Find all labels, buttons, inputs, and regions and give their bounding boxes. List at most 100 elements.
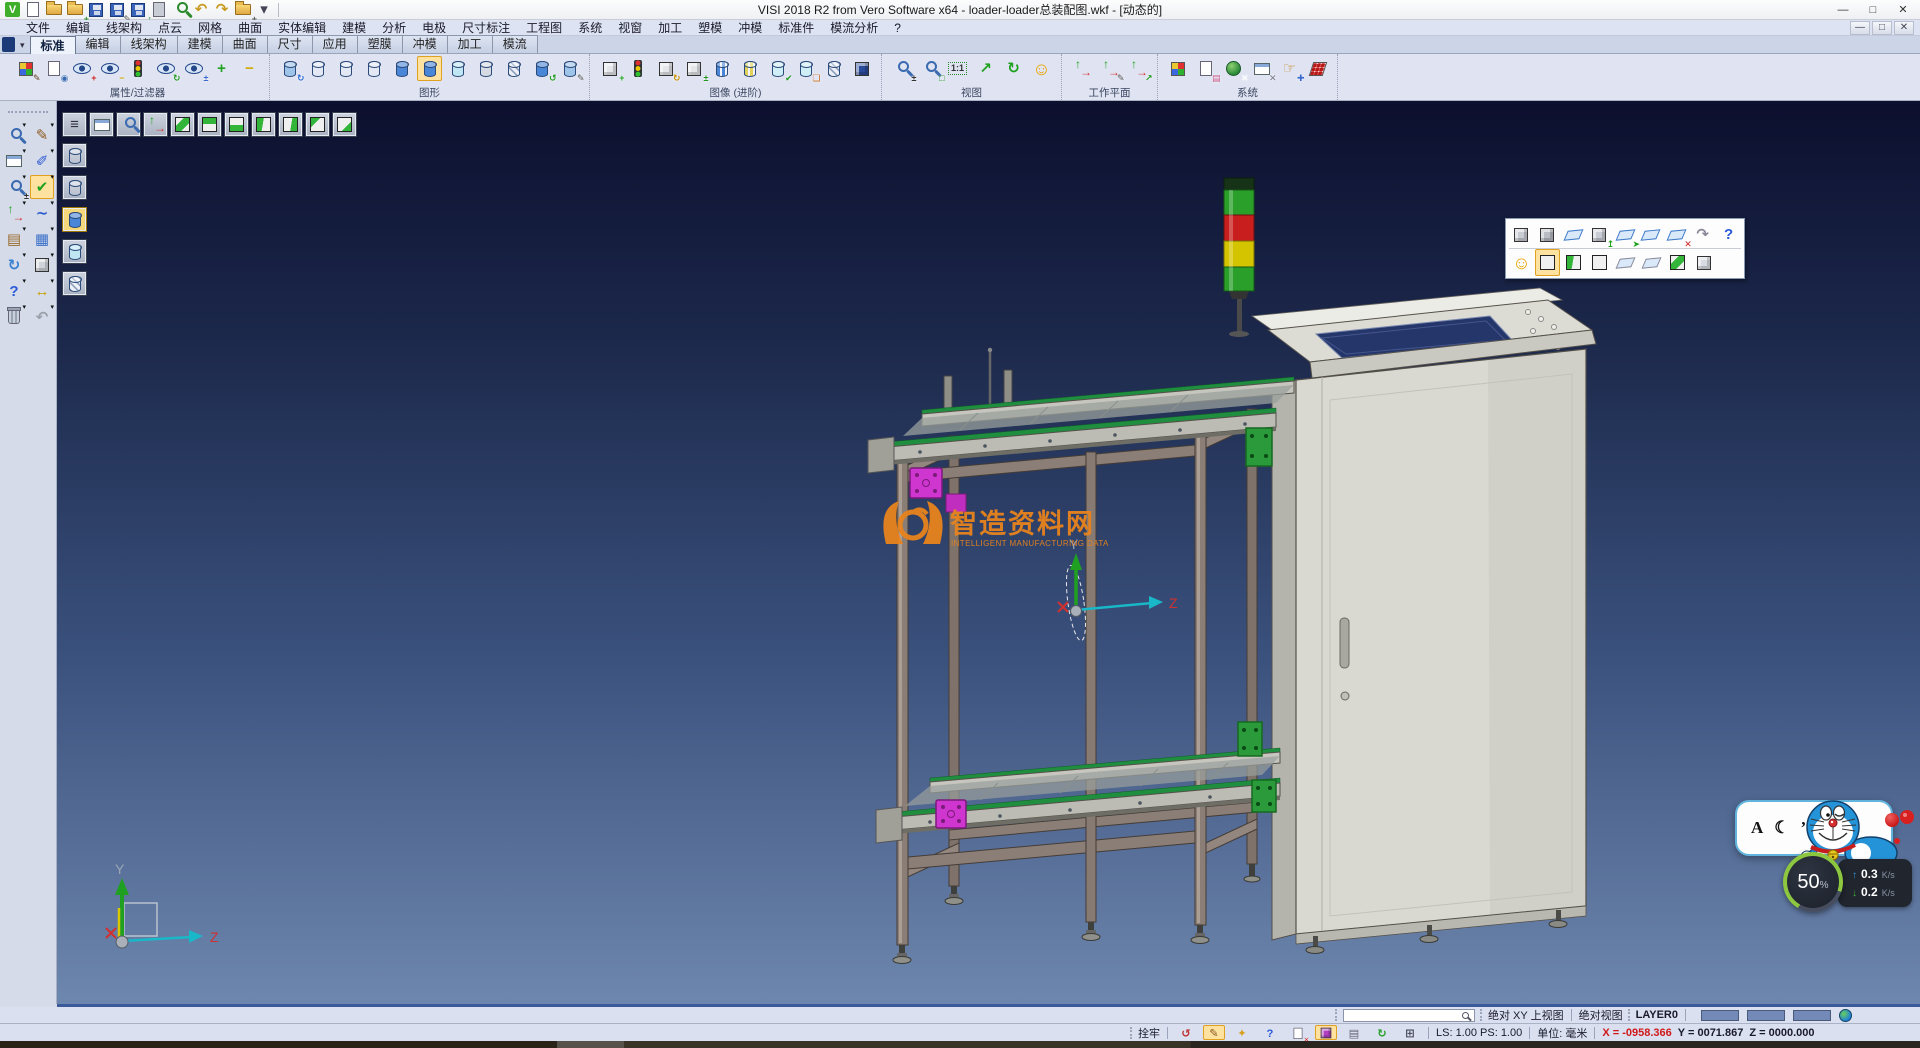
blue-cube-icon[interactable] <box>1665 249 1690 276</box>
status-search[interactable] <box>1343 1009 1475 1022</box>
menu-drawing[interactable]: 工程图 <box>518 20 570 36</box>
measure-icon[interactable]: ↔ <box>30 279 54 303</box>
toggle-visibility-icon[interactable]: ± <box>181 56 206 81</box>
menu-pointcloud[interactable]: 点云 <box>150 20 190 36</box>
menu-electrode[interactable]: 电极 <box>414 20 454 36</box>
tab-flow[interactable]: 模流 <box>492 35 538 53</box>
tab-mould[interactable]: 塑膜 <box>357 35 403 53</box>
striped-blue-icon[interactable] <box>709 56 734 81</box>
export-icon[interactable]: ↑ <box>128 1 148 19</box>
workplane-align-icon[interactable]: ↗ <box>1125 56 1150 81</box>
solid-extract-icon[interactable]: ↥ <box>1587 221 1612 248</box>
minimize-button[interactable]: — <box>1828 1 1858 19</box>
back-view-icon[interactable] <box>278 112 303 137</box>
insert-file-icon[interactable]: + <box>65 1 85 19</box>
hatched-mode-icon[interactable] <box>62 271 87 296</box>
zoom-inout-icon[interactable]: ± <box>889 56 914 81</box>
preview-icon[interactable] <box>170 1 190 19</box>
status-help-icon[interactable]: ? <box>1259 1025 1281 1040</box>
menu-machining[interactable]: 加工 <box>650 20 690 36</box>
refresh-graphics-icon[interactable]: ↻ <box>277 56 302 81</box>
workplane-icon[interactable] <box>1069 56 1094 81</box>
copy-image-icon[interactable]: ❏ <box>793 56 818 81</box>
menu-system[interactable]: 系统 <box>570 20 610 36</box>
hidden-line-icon[interactable] <box>361 56 386 81</box>
new-file-icon[interactable] <box>23 1 43 19</box>
menu-solid-edit[interactable]: 实体编辑 <box>270 20 334 36</box>
menu-modeling[interactable]: 建模 <box>334 20 374 36</box>
units-label[interactable]: 单位: 毫米 <box>1537 1025 1587 1041</box>
validate-image-icon[interactable]: ✔ <box>765 56 790 81</box>
image-toggle-icon[interactable]: ± <box>681 56 706 81</box>
attribute-page-icon[interactable]: ◉ <box>41 56 66 81</box>
top-view-icon[interactable] <box>197 112 222 137</box>
zoom-extents-icon[interactable]: ↗ <box>973 56 998 81</box>
print-icon[interactable] <box>149 1 169 19</box>
hidden-line-mode-icon[interactable] <box>62 175 87 200</box>
shade-cube-icon[interactable] <box>30 253 54 277</box>
right-view-icon[interactable] <box>332 112 357 137</box>
tab-application[interactable]: 应用 <box>312 35 358 53</box>
solid-view-icon[interactable] <box>849 56 874 81</box>
grid-settings-icon[interactable] <box>1305 56 1330 81</box>
tab-standard[interactable]: 标准 <box>30 36 76 54</box>
menu-wireframe[interactable]: 线架构 <box>98 20 150 36</box>
color-swatch[interactable] <box>1793 1010 1831 1021</box>
smiley-view-icon[interactable]: ☺ <box>1509 249 1534 276</box>
status-refresh-red-icon[interactable]: ↺ <box>1175 1025 1197 1040</box>
active-layer-label[interactable]: LAYER0 <box>1636 1009 1678 1021</box>
blue-wire-cube-icon[interactable] <box>1561 249 1586 276</box>
status-search-input[interactable] <box>1346 1010 1462 1021</box>
surface-wave-icon[interactable] <box>1638 221 1663 248</box>
surface-flip-icon[interactable]: ➤ <box>1613 221 1638 248</box>
absolute-view-label[interactable]: 绝对视图 <box>1579 1007 1623 1023</box>
wireframe-view-icon[interactable] <box>305 56 330 81</box>
wire-cube-icon[interactable] <box>1535 249 1560 276</box>
surface-bend-icon[interactable] <box>1561 221 1586 248</box>
shaded-view-icon[interactable] <box>389 56 414 81</box>
edit-attributes-icon[interactable]: ✎ <box>30 123 54 147</box>
grey-cube-icon[interactable] <box>1691 249 1716 276</box>
menu-mould[interactable]: 塑模 <box>690 20 730 36</box>
zoom-view-icon[interactable] <box>116 112 141 137</box>
slant-plate-icon[interactable] <box>1613 249 1638 276</box>
shaded-mode-icon[interactable] <box>62 207 87 232</box>
curve-icon[interactable]: ∼ <box>30 201 54 225</box>
view-face-icon[interactable]: ☺ <box>1029 56 1054 81</box>
regenerate-icon[interactable]: ↻ <box>2 253 26 277</box>
menu-analysis[interactable]: 分析 <box>374 20 414 36</box>
color-swatch[interactable] <box>1747 1010 1785 1021</box>
tab-modeling[interactable]: 建模 <box>177 35 223 53</box>
menu-flow-analysis[interactable]: 模流分析 <box>822 20 886 36</box>
filter-traffic-icon[interactable] <box>125 56 150 81</box>
arc-tool-icon[interactable]: ↷ <box>1690 221 1715 248</box>
mdi-restore-button[interactable]: □ <box>1872 21 1892 35</box>
rotate-view-icon[interactable]: ↻ <box>1001 56 1026 81</box>
grey-wire-cube-icon[interactable] <box>1587 249 1612 276</box>
status-regen-icon[interactable]: ↻ <box>1371 1025 1393 1040</box>
viewport-menu-icon[interactable]: ≡ <box>62 112 87 137</box>
globe-icon[interactable] <box>1839 1009 1852 1022</box>
menu-edit[interactable]: 编辑 <box>58 20 98 36</box>
color-palette-icon[interactable] <box>1165 56 1190 81</box>
mdi-close-button[interactable]: ✕ <box>1894 21 1914 35</box>
hatched-view-icon[interactable] <box>501 56 526 81</box>
snap-settings-icon[interactable]: ☞✚ <box>1277 56 1302 81</box>
hide-entities-icon[interactable]: − <box>97 56 122 81</box>
menu-file[interactable]: 文件 <box>18 20 58 36</box>
graphics-settings-icon[interactable]: ✎ <box>557 56 582 81</box>
close-button[interactable]: ✕ <box>1888 1 1918 19</box>
refresh-visibility-icon[interactable]: ↻ <box>153 56 178 81</box>
calculator-icon[interactable]: ▤ <box>1193 56 1218 81</box>
undo-grey-icon[interactable]: ↶ <box>30 305 54 329</box>
undo-icon[interactable]: ↶ <box>191 1 211 19</box>
status-edit-icon[interactable]: ✎ <box>1203 1025 1225 1040</box>
tab-overflow-caret[interactable]: ▾ <box>18 40 30 53</box>
render-options-icon[interactable]: ↺ <box>529 56 554 81</box>
solid-round-icon[interactable] <box>1535 221 1560 248</box>
menu-window[interactable]: 视窗 <box>610 20 650 36</box>
tab-wireframe[interactable]: 线架构 <box>120 35 178 53</box>
slant-plate2-icon[interactable] <box>1639 249 1664 276</box>
front-view-icon[interactable] <box>251 112 276 137</box>
zoom-scale-icon[interactable]: ± <box>2 175 26 199</box>
